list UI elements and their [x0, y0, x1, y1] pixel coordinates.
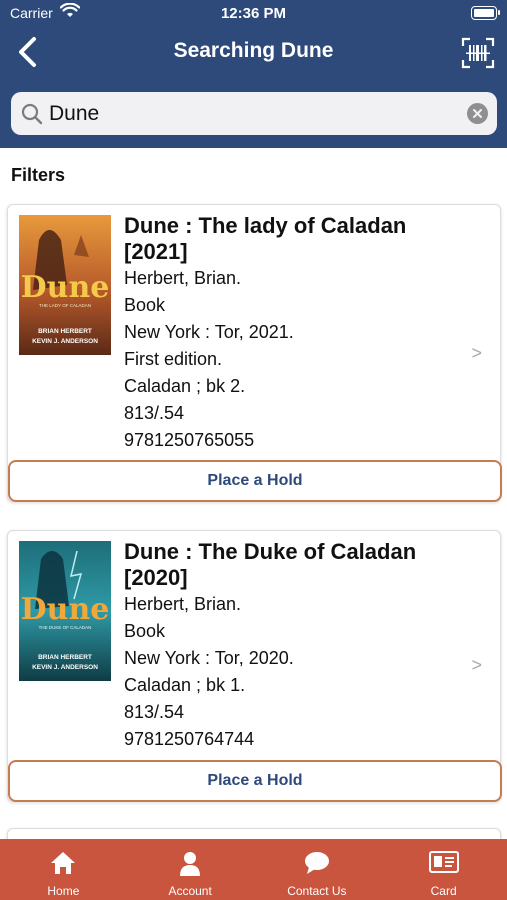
- app-header: Carrier 12:36 PM Searching Dune: [0, 0, 507, 148]
- svg-text:Dune: Dune: [21, 592, 110, 627]
- result-edition: First edition.: [124, 349, 223, 369]
- search-bar: [11, 92, 497, 135]
- tab-account[interactable]: Account: [127, 839, 254, 900]
- place-hold-button[interactable]: Place a Hold: [8, 460, 502, 502]
- status-bar: Carrier 12:36 PM: [0, 0, 507, 28]
- svg-text:BRIAN HERBERT: BRIAN HERBERT: [38, 654, 92, 661]
- result-call-number: 813/.54: [124, 403, 185, 423]
- book-cover-image: Dune THE DUKE OF CALADAN BRIAN HERBERT K…: [19, 541, 111, 681]
- search-icon: [21, 103, 43, 125]
- result-card[interactable]: Dune THE LADY OF CALADAN BRIAN HERBERT K…: [7, 204, 502, 502]
- scan-button[interactable]: [461, 36, 495, 70]
- tab-card[interactable]: Card: [380, 839, 507, 900]
- close-icon: [473, 109, 482, 118]
- svg-text:THE DUKE OF CALADAN: THE DUKE OF CALADAN: [39, 625, 92, 630]
- search-input[interactable]: [49, 98, 449, 129]
- result-publication: New York : Tor, 2021.: [124, 322, 294, 342]
- chevron-right-icon: >: [471, 655, 482, 675]
- id-card-icon: [428, 851, 459, 878]
- place-hold-button[interactable]: Place a Hold: [8, 760, 502, 802]
- battery-icon: [471, 6, 500, 20]
- result-format: Book: [124, 621, 166, 641]
- result-title: Dune : The Duke of Caladan [2020]: [124, 539, 417, 590]
- book-cover-image: Dune THE LADY OF CALADAN BRIAN HERBERT K…: [19, 215, 111, 355]
- result-publication: New York : Tor, 2020.: [124, 648, 294, 668]
- tab-label: Contact Us: [287, 884, 347, 898]
- barcode-scan-icon: [461, 37, 495, 74]
- chevron-right-icon: >: [471, 343, 482, 363]
- result-series: Caladan ; bk 2.: [124, 376, 246, 396]
- result-card[interactable]: Dune THE DUKE OF CALADAN BRIAN HERBERT K…: [7, 530, 502, 802]
- svg-text:Dune: Dune: [21, 270, 110, 305]
- person-icon: [179, 851, 201, 882]
- status-time: 12:36 PM: [220, 5, 287, 22]
- result-title: Dune : The lady of Caladan [2021]: [124, 213, 407, 264]
- result-format: Book: [124, 295, 166, 315]
- page-title: Searching Dune: [173, 39, 334, 62]
- tab-contact-us[interactable]: Contact Us: [254, 839, 381, 900]
- tab-label: Home: [47, 884, 80, 898]
- result-author: Herbert, Brian.: [124, 594, 242, 614]
- result-details: Dune : The lady of Caladan [2021] Herber…: [124, 213, 464, 454]
- result-call-number: 813/.54: [124, 702, 185, 722]
- tab-label: Account: [168, 884, 212, 898]
- filters-link[interactable]: Filters: [11, 165, 65, 186]
- svg-text:KEVIN J. ANDERSON: KEVIN J. ANDERSON: [32, 664, 98, 671]
- tab-label: Card: [430, 884, 457, 898]
- svg-text:KEVIN J. ANDERSON: KEVIN J. ANDERSON: [32, 338, 98, 345]
- nav-bar: Searching Dune: [0, 28, 507, 80]
- home-icon: [50, 851, 76, 880]
- result-author: Herbert, Brian.: [124, 268, 242, 288]
- result-series: Caladan ; bk 1.: [124, 675, 246, 695]
- svg-text:BRIAN HERBERT: BRIAN HERBERT: [38, 328, 92, 335]
- result-isbn: 9781250764744: [124, 729, 255, 749]
- result-isbn: 9781250765055: [124, 430, 255, 450]
- result-details: Dune : The Duke of Caladan [2020] Herber…: [124, 539, 464, 753]
- clear-search-button[interactable]: [467, 103, 488, 124]
- svg-text:THE LADY OF CALADAN: THE LADY OF CALADAN: [39, 303, 91, 308]
- tab-home[interactable]: Home: [0, 839, 127, 900]
- tab-bar: Home Account Contact Us Card: [0, 839, 507, 900]
- chat-bubble-icon: [304, 851, 330, 880]
